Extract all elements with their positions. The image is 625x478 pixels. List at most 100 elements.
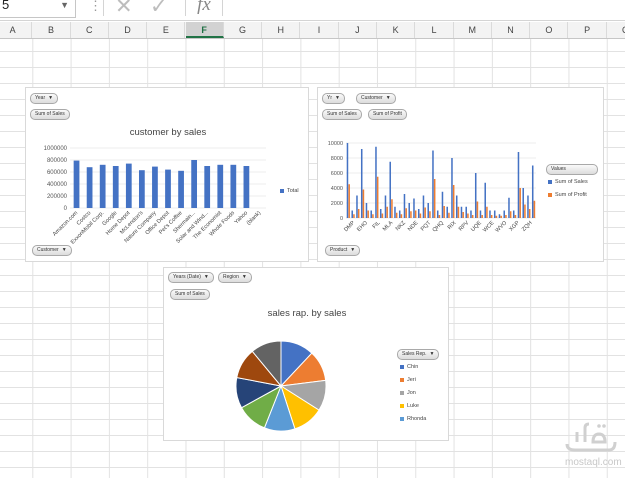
x-tick-label: Amazon.com: [52, 210, 80, 238]
column-header-k[interactable]: K: [377, 22, 416, 38]
column-header-n[interactable]: N: [492, 22, 531, 38]
column-header-b[interactable]: B: [32, 22, 71, 38]
x-tick-label: ZQH: [521, 220, 534, 233]
legend-item-jeri: Jeri: [400, 377, 416, 383]
bar-profit: [376, 176, 379, 218]
bar-sales: [436, 210, 439, 218]
bar-sales: [508, 197, 510, 218]
bar-sales: [384, 195, 387, 218]
bar-profit: [457, 206, 460, 218]
bar-sales: [479, 210, 482, 218]
column-header-h[interactable]: H: [262, 22, 301, 38]
bar-profit: [348, 184, 350, 218]
column-header-f[interactable]: F: [185, 22, 224, 38]
bar-sales: [346, 143, 349, 218]
column-header-c[interactable]: C: [71, 22, 109, 38]
bar-sales: [432, 150, 434, 218]
bar-profit: [481, 215, 483, 218]
x-tick-label: EHO: [356, 220, 369, 233]
bar-sales: [427, 203, 429, 218]
x-tick-label: PQT: [420, 220, 433, 233]
bar-profit: [395, 212, 398, 218]
x-tick-label: XGP: [508, 220, 521, 233]
bar-profit: [386, 206, 388, 218]
y-tick-label: 600000: [47, 170, 68, 176]
legend-swatch: [400, 377, 404, 382]
bar-profit: [429, 211, 431, 218]
bar-sales: [451, 158, 453, 218]
bar-profit: [400, 214, 403, 218]
product-filter-button[interactable]: Product ▼: [325, 245, 361, 256]
y-tick-label: 400000: [47, 182, 68, 188]
bar-profit: [367, 210, 369, 218]
name-box-value: 5: [2, 0, 10, 12]
x-tick-label: MLA: [382, 220, 395, 233]
column-header-a[interactable]: A: [0, 22, 33, 38]
name-box-dropdown-icon[interactable]: ▼: [60, 0, 69, 10]
y-tick-label: 2000: [331, 201, 343, 207]
legend-swatch: [280, 188, 284, 193]
x-tick-label: RIX: [447, 220, 458, 231]
bar-profit: [500, 215, 502, 218]
bar-profit: [433, 179, 436, 218]
bar-sales: [394, 206, 396, 218]
bar-sales: [522, 188, 524, 218]
x-tick-label: (blank): [246, 210, 262, 226]
legend-item-sum-of-sales: Sum of Sales: [548, 179, 588, 185]
column-header-p[interactable]: P: [569, 22, 607, 38]
bar-sales: [498, 214, 501, 218]
insert-function-button[interactable]: fx: [185, 0, 223, 16]
chart-sales-rep-by-sales[interactable]: Years (Date) ▼ Region ▼ Sum of Sales sales…: [163, 267, 449, 441]
column-header-e[interactable]: E: [147, 22, 186, 38]
column-header-g[interactable]: G: [224, 22, 263, 38]
column-header-m[interactable]: M: [454, 22, 492, 38]
bar-profit: [495, 215, 498, 218]
y-tick-label: 0: [64, 206, 68, 212]
legend-label: Jon: [407, 390, 416, 396]
formula-bar: 5 ▼ ⋮ ✕ ✓ fx: [0, 0, 625, 21]
bar-profit: [462, 212, 464, 218]
bar-sales: [489, 210, 491, 218]
column-header-q[interactable]: Q: [607, 22, 625, 38]
column-header-o[interactable]: O: [530, 22, 569, 38]
bar-sales: [379, 209, 382, 218]
bar-sales: [370, 210, 372, 218]
bar: [178, 170, 184, 208]
more-options-icon[interactable]: ⋮: [89, 0, 102, 14]
values-legend-button[interactable]: Values: [546, 164, 598, 175]
bar-sales: [474, 173, 477, 218]
customer-filter-button[interactable]: Customer ▼: [32, 245, 72, 256]
bar: [191, 160, 198, 208]
bar-sales: [503, 210, 505, 218]
name-box[interactable]: 5 ▼: [0, 0, 76, 18]
cancel-icon[interactable]: ✕: [115, 0, 133, 19]
chart-product-sales-profit[interactable]: Yr ▼ Customer ▼ Sum of Sales Sum of Profit…: [317, 87, 604, 262]
bar-profit: [471, 215, 474, 218]
legend-label: Chin: [407, 364, 419, 370]
product-filter-label: Product: [330, 247, 348, 253]
legend-swatch: [400, 416, 404, 421]
y-tick-label: 4000: [331, 186, 343, 192]
bar-profit: [443, 206, 445, 218]
column-header-j[interactable]: J: [339, 22, 377, 38]
legend-label: Rhonda: [407, 416, 427, 422]
bar-profit: [505, 215, 507, 218]
y-tick-label: 200000: [47, 194, 68, 200]
bar: [86, 167, 93, 208]
bar: [204, 166, 211, 208]
customer-sales-plot: 1000000 800000 600000 400000 200000 0Amazon.c…: [44, 146, 266, 246]
product-sales-profit-plot: 10000 8000 6000 4000 2000 0DMP EHO FIL MLA NKZ NDE…: [328, 141, 536, 234]
legend-swatch: [548, 179, 552, 184]
column-header-l[interactable]: L: [415, 22, 454, 38]
column-header-i[interactable]: I: [300, 22, 339, 38]
column-header-d[interactable]: D: [109, 22, 148, 38]
bar-sales: [360, 149, 363, 218]
sales-rep-filter-button[interactable]: Sales Rep. ▼: [397, 349, 440, 360]
legend-item-chin: Chin: [400, 364, 418, 370]
bar: [73, 160, 80, 208]
formula-bar-divider: [103, 0, 104, 16]
bar-sales: [389, 161, 391, 218]
sales-rep-filter-label: Sales Rep.: [402, 351, 427, 357]
chart-customer-by-sales[interactable]: Year ▼ Sum of Sales customer by sales 100…: [25, 87, 309, 262]
enter-icon[interactable]: ✓: [150, 0, 168, 19]
